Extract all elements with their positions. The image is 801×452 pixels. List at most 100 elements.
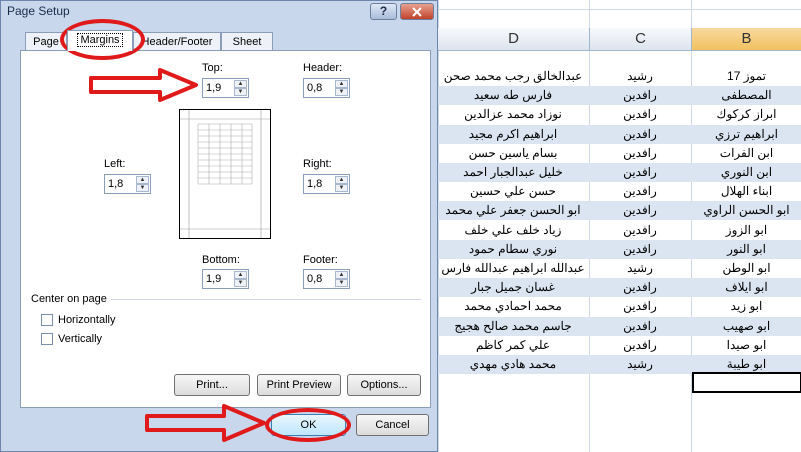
table-cell[interactable]: نوري سطام حمود [438,240,588,259]
table-cell[interactable]: رافدين [590,144,690,163]
horizontally-label: Horizontally [58,314,116,326]
table-cell[interactable]: المصطفى [692,86,801,105]
table-cell[interactable]: فارس طه سعيد [438,86,588,105]
table-cell[interactable]: غسان جميل جبار [438,278,588,297]
tab-header-footer[interactable]: Header/Footer [133,32,221,51]
table-cell[interactable]: ابراهيم اكرم مجيد [438,125,588,144]
table-row: عبدالخالق رجب محمد صحن رشيد تموز 17 [438,67,801,86]
table-row: ابو الحسن جعفر علي محمد رافدين ابو الحسن ا… [438,201,801,221]
print-button[interactable]: Print... [174,374,250,396]
table-cell[interactable]: ابناء الهلال [692,182,801,201]
table-cell[interactable]: جاسم محمد صالح هجيج [438,317,588,336]
table-cell[interactable]: ابو الحسن جعفر علي محمد [438,201,588,220]
spin-up-icon[interactable]: ▲ [335,271,348,279]
table-cell[interactable]: بسام ياسين حسن [438,144,588,163]
tab-sheet[interactable]: Sheet [221,32,273,51]
footer-label: Footer: [303,254,338,266]
vertically-checkbox[interactable] [41,333,53,345]
table-cell[interactable]: ابو الحسن الراوي [692,201,801,220]
table-cell[interactable]: رافدين [590,182,690,201]
bottom-label: Bottom: [202,254,240,266]
spin-down-icon[interactable]: ▼ [136,184,149,192]
table-cell[interactable]: ابراهيم ترزي [692,125,801,144]
footer-spinner[interactable]: 0,8 ▲ ▼ [303,269,350,289]
table-cell[interactable]: عبدالله ابراهيم عبدالله فارس [438,259,588,278]
tab-margins-label: Margins [77,33,123,47]
close-button[interactable] [400,3,434,20]
left-spinner[interactable]: 1,8 ▲ ▼ [104,174,151,194]
table-row: جاسم محمد صالح هجيج رافدين ابو صهيب [438,316,801,336]
table-cell[interactable]: ابو ايلاف [692,278,801,297]
dialog-title: Page Setup [7,4,70,18]
grid-line [438,9,801,10]
left-label: Left: [104,158,126,170]
cancel-button[interactable]: Cancel [356,414,429,436]
close-icon [412,7,422,17]
table-cell[interactable]: تموز 17 [692,67,801,86]
left-value: 1,8 [108,178,124,190]
table-cell[interactable]: رشيد [590,355,690,374]
tab-margins[interactable]: Margins [67,30,133,51]
table-cell[interactable]: رافدين [590,317,690,336]
spin-down-icon[interactable]: ▼ [335,184,348,192]
spin-up-icon[interactable]: ▲ [136,176,149,184]
help-button[interactable]: ? [370,3,397,20]
table-cell[interactable]: ابو الوطن [692,259,801,278]
table-cell[interactable]: رافدين [590,125,690,144]
column-header-c[interactable]: C [590,28,692,51]
table-cell[interactable]: رافدين [590,297,690,316]
table-cell[interactable]: نوزاد محمد عزالدين [438,105,588,124]
table-row: محمد احمادي محمد رافدين ابو زيد [438,297,801,316]
bottom-spinner[interactable]: 1,9 ▲ ▼ [202,269,249,289]
table-cell[interactable]: علي كمر كاظم [438,336,588,355]
options-button[interactable]: Options... [347,374,421,396]
table-cell[interactable]: رافدين [590,278,690,297]
column-header-d[interactable]: D [438,28,590,51]
table-cell[interactable]: ابن النوري [692,163,801,182]
header-label: Header: [303,62,343,74]
table-cell[interactable]: رافدين [590,336,690,355]
table-cell[interactable]: رافدين [590,86,690,105]
table-cell[interactable]: ابراز كركوك [692,105,801,124]
spin-down-icon[interactable]: ▼ [234,279,247,287]
spin-up-icon[interactable]: ▲ [234,271,247,279]
table-cell[interactable]: خليل عبدالجبار احمد [438,163,588,182]
table-cell[interactable]: رافدين [590,201,690,220]
header-spinner[interactable]: 0,8 ▲ ▼ [303,78,350,98]
table-cell[interactable]: ابو صيدا [692,336,801,355]
table-cell[interactable]: رشيد [590,67,690,86]
table-cell[interactable]: ابن الفرات [692,144,801,163]
right-label: Right: [303,158,332,170]
top-value: 1,9 [206,82,222,94]
center-on-page-title: Center on page [31,293,107,305]
spin-down-icon[interactable]: ▼ [234,88,247,96]
right-spinner[interactable]: 1,8 ▲ ▼ [303,174,350,194]
table-cell[interactable]: عبدالخالق رجب محمد صحن [438,67,588,86]
active-cell[interactable] [692,372,801,393]
table-cell[interactable]: ابو الزوز [692,221,801,240]
table-cell[interactable]: رافدين [590,163,690,182]
top-spinner[interactable]: 1,9 ▲ ▼ [202,78,249,98]
spin-down-icon[interactable]: ▼ [335,88,348,96]
right-value: 1,8 [307,178,323,190]
top-label: Top: [202,62,223,74]
table-cell[interactable]: زياد خلف علي خلف [438,221,588,240]
print-preview-button[interactable]: Print Preview [257,374,341,396]
table-cell[interactable]: رافدين [590,221,690,240]
table-cell[interactable]: محمد احمادي محمد [438,297,588,316]
horizontally-checkbox[interactable] [41,314,53,326]
table-cell[interactable]: رشيد [590,259,690,278]
spin-up-icon[interactable]: ▲ [234,80,247,88]
spin-down-icon[interactable]: ▼ [335,279,348,287]
table-cell[interactable]: ابو صهيب [692,317,801,336]
column-header-b[interactable]: B [692,28,801,51]
spin-up-icon[interactable]: ▲ [335,80,348,88]
table-cell[interactable]: ابو النور [692,240,801,259]
table-cell[interactable]: رافدين [590,105,690,124]
table-cell[interactable]: رافدين [590,240,690,259]
spin-up-icon[interactable]: ▲ [335,176,348,184]
table-cell[interactable]: ابو زيد [692,297,801,316]
table-cell[interactable]: محمد هادي مهدي [438,355,588,374]
highlight-ellipse [265,408,351,442]
table-cell[interactable]: حسن علي حسين [438,182,588,201]
